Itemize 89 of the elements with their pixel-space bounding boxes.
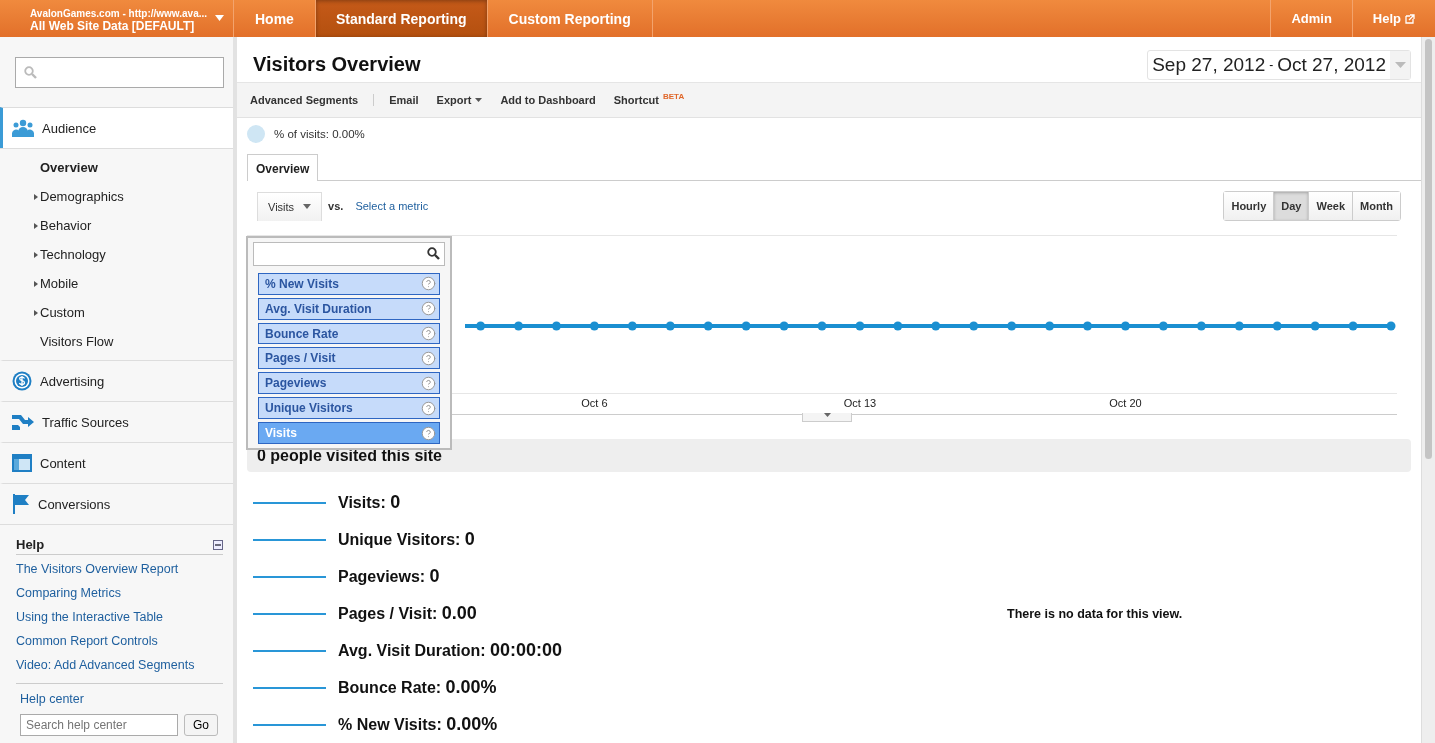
chart-toggle[interactable] xyxy=(802,413,852,423)
metric-dropdown[interactable]: Visits xyxy=(257,191,323,221)
expand-icon xyxy=(32,221,40,230)
toolbar-button[interactable]: Advanced Segments xyxy=(250,94,375,107)
toolbar-button[interactable]: Email xyxy=(380,94,428,107)
account-name: AvalonGames.com - http://www.ava... xyxy=(30,7,208,19)
article-link[interactable]: Comparing Metrics xyxy=(16,581,121,605)
help-icon xyxy=(421,375,436,391)
no-data-message: There is no data for this view. xyxy=(1007,606,1183,623)
nav-tab[interactable]: Standard Reporting xyxy=(315,0,488,37)
external-link-icon xyxy=(1405,13,1415,24)
nav-item[interactable]: Custom xyxy=(0,298,233,327)
help-icon xyxy=(421,301,436,317)
select-metric-link[interactable]: Select a metric xyxy=(355,200,429,213)
help-title: Help xyxy=(16,537,45,552)
tab[interactable]: Overview xyxy=(247,154,319,182)
help-icon xyxy=(421,326,436,342)
scrollbar-thumb[interactable] xyxy=(1425,39,1432,459)
vs-label: vs. xyxy=(328,200,344,213)
profile-name: All Web Site Data [DEFAULT] xyxy=(30,18,195,33)
arrows-icon xyxy=(12,412,34,432)
caret-icon xyxy=(1394,61,1406,68)
go-button[interactable]: Go xyxy=(184,714,218,736)
window-icon xyxy=(12,454,32,472)
help-icon xyxy=(421,425,436,441)
granularity-button[interactable]: Hourly xyxy=(1224,192,1274,221)
nav-item[interactable]: Demographics xyxy=(0,182,233,211)
metric-summary: Pageviews: 0 xyxy=(338,566,440,587)
article-link[interactable]: Common Report Controls xyxy=(16,629,158,653)
article-link[interactable]: Using the Interactive Table xyxy=(16,605,164,629)
nav-section[interactable]: Traffic Sources xyxy=(0,401,233,442)
date-range-picker[interactable]: Sep 27, 2012 - Oct 27, 2012 xyxy=(1147,49,1411,80)
nav-item[interactable]: Technology xyxy=(0,240,233,269)
metric-option[interactable]: Avg. Visit Duration xyxy=(258,297,440,320)
granularity-button[interactable]: Month xyxy=(1352,192,1400,221)
caret-icon xyxy=(215,15,224,21)
beta-label: BETA xyxy=(663,92,685,102)
segment-label: % of visits: 0.00% xyxy=(274,128,365,141)
help-search-field[interactable]: Search help center xyxy=(20,714,178,736)
search-icon xyxy=(24,66,37,79)
toolbar-button[interactable]: Export xyxy=(427,94,492,107)
collapse-icon[interactable] xyxy=(213,539,223,550)
metric-option[interactable]: Pages / Visit xyxy=(258,347,440,370)
nav-item[interactable]: Mobile xyxy=(0,269,233,298)
toolbar-button[interactable]: Shortcut $^{BETA}$ xyxy=(604,94,694,107)
help-center-link[interactable]: Help center xyxy=(20,692,84,706)
caret-icon xyxy=(475,98,483,103)
metric-summary: % New Visits: 0.00% xyxy=(338,714,498,735)
help-icon xyxy=(421,276,436,292)
axis-label: Oct 13 xyxy=(843,397,877,410)
nav-item[interactable]: Overview xyxy=(0,153,233,182)
nav-section[interactable]: Audience xyxy=(0,107,233,148)
metric-summary: Avg. Visit Duration: 00:00:00 xyxy=(338,640,563,661)
axis-label: Oct 20 xyxy=(1109,397,1142,410)
granularity-button[interactable]: Day xyxy=(1273,192,1309,221)
nav-section[interactable]: Content xyxy=(0,442,233,483)
metric-option[interactable]: Bounce Rate xyxy=(258,322,440,345)
article-link[interactable]: Video: Add Advanced Segments xyxy=(16,653,195,677)
caret-icon xyxy=(823,413,831,418)
expand-icon xyxy=(32,308,40,317)
metric-option[interactable]: % New Visits xyxy=(258,272,440,295)
caret-icon xyxy=(303,204,312,210)
dollar-icon xyxy=(12,371,32,391)
search-field[interactable] xyxy=(15,57,224,88)
metric-summary: Bounce Rate: 0.00% xyxy=(338,677,497,698)
granularity-button[interactable]: Week xyxy=(1308,192,1352,221)
axis-label: Oct 6 xyxy=(581,397,608,410)
flag-icon xyxy=(12,494,30,514)
toolbar-button[interactable]: Add to Dashboard xyxy=(491,94,605,107)
help-icon xyxy=(421,350,436,366)
metric-option[interactable]: Pageviews xyxy=(258,372,440,395)
article-link[interactable]: The Visitors Overview Report xyxy=(16,557,179,581)
nav-section[interactable]: Advertising xyxy=(0,360,233,401)
expand-icon xyxy=(32,250,40,259)
help-icon xyxy=(421,400,436,416)
metric-search-field[interactable] xyxy=(253,242,445,266)
nav-item[interactable]: Visitors Flow xyxy=(0,327,233,356)
metric-summary: Visits: 0 xyxy=(338,492,401,513)
expand-icon xyxy=(32,279,40,288)
metric-summary: Pages / Visit: 0.00 xyxy=(338,603,477,624)
nav-item[interactable]: Behavior xyxy=(0,211,233,240)
page-title: Visitors Overview xyxy=(253,53,421,77)
metric-option[interactable]: Unique Visitors xyxy=(258,397,440,420)
nav-section[interactable]: Conversions xyxy=(0,483,233,524)
metric-summary: Unique Visitors: 0 xyxy=(338,529,475,550)
search-icon xyxy=(427,247,440,261)
expand-icon xyxy=(32,192,40,201)
pie-icon xyxy=(247,125,265,144)
people-icon xyxy=(12,119,34,137)
